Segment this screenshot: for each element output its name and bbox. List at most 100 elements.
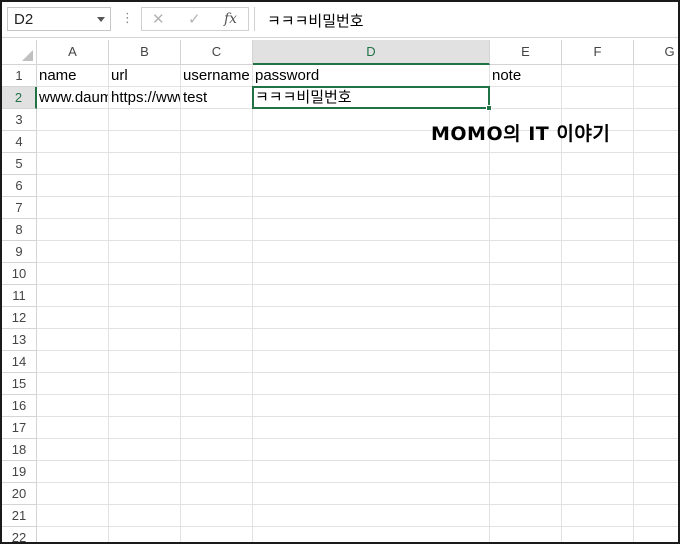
- cell-g4[interactable]: [634, 131, 678, 153]
- cell-b16[interactable]: [109, 395, 181, 417]
- cell-g11[interactable]: [634, 285, 678, 307]
- cell-f15[interactable]: [562, 373, 634, 395]
- cell-d22[interactable]: [253, 527, 490, 542]
- cell-b14[interactable]: [109, 351, 181, 373]
- row-header-12[interactable]: 12: [2, 307, 37, 329]
- cell-f22[interactable]: [562, 527, 634, 542]
- cell-c9[interactable]: [181, 241, 253, 263]
- cell-e14[interactable]: [490, 351, 562, 373]
- cell-d18[interactable]: [253, 439, 490, 461]
- cell-d17[interactable]: [253, 417, 490, 439]
- cell-g19[interactable]: [634, 461, 678, 483]
- cell-c15[interactable]: [181, 373, 253, 395]
- cell-a12[interactable]: [37, 307, 109, 329]
- cell-a22[interactable]: [37, 527, 109, 542]
- insert-function-icon[interactable]: fx: [224, 11, 237, 27]
- cell-c6[interactable]: [181, 175, 253, 197]
- select-all-button[interactable]: [2, 40, 37, 65]
- cell-e19[interactable]: [490, 461, 562, 483]
- cell-d13[interactable]: [253, 329, 490, 351]
- cell-g9[interactable]: [634, 241, 678, 263]
- row-header-3[interactable]: 3: [2, 109, 37, 131]
- row-header-11[interactable]: 11: [2, 285, 37, 307]
- cell-f9[interactable]: [562, 241, 634, 263]
- cell-d9[interactable]: [253, 241, 490, 263]
- row-header-4[interactable]: 4: [2, 131, 37, 153]
- row-header-2[interactable]: 2: [2, 87, 37, 109]
- row-header-20[interactable]: 20: [2, 483, 37, 505]
- row-header-1[interactable]: 1: [2, 65, 37, 87]
- cell-g20[interactable]: [634, 483, 678, 505]
- cell-e15[interactable]: [490, 373, 562, 395]
- cell-d1[interactable]: password: [253, 65, 490, 87]
- row-header-21[interactable]: 21: [2, 505, 37, 527]
- cell-c21[interactable]: [181, 505, 253, 527]
- cell-g3[interactable]: [634, 109, 678, 131]
- cell-b5[interactable]: [109, 153, 181, 175]
- cell-g2[interactable]: [634, 87, 678, 109]
- cell-a9[interactable]: [37, 241, 109, 263]
- cell-b3[interactable]: [109, 109, 181, 131]
- cell-c1[interactable]: username: [181, 65, 253, 87]
- cell-c17[interactable]: [181, 417, 253, 439]
- column-header-g[interactable]: G: [634, 40, 678, 65]
- cell-d8[interactable]: [253, 219, 490, 241]
- cell-e2[interactable]: [490, 87, 562, 109]
- cell-f14[interactable]: [562, 351, 634, 373]
- cell-f13[interactable]: [562, 329, 634, 351]
- cell-c19[interactable]: [181, 461, 253, 483]
- cell-g21[interactable]: [634, 505, 678, 527]
- cell-f19[interactable]: [562, 461, 634, 483]
- cell-b10[interactable]: [109, 263, 181, 285]
- cell-e10[interactable]: [490, 263, 562, 285]
- cell-a15[interactable]: [37, 373, 109, 395]
- cell-e13[interactable]: [490, 329, 562, 351]
- cell-b12[interactable]: [109, 307, 181, 329]
- cell-b6[interactable]: [109, 175, 181, 197]
- cell-d5[interactable]: [253, 153, 490, 175]
- cell-e17[interactable]: [490, 417, 562, 439]
- row-header-8[interactable]: 8: [2, 219, 37, 241]
- cell-b15[interactable]: [109, 373, 181, 395]
- row-header-10[interactable]: 10: [2, 263, 37, 285]
- cell-e6[interactable]: [490, 175, 562, 197]
- cell-f5[interactable]: [562, 153, 634, 175]
- cell-b19[interactable]: [109, 461, 181, 483]
- cell-c7[interactable]: [181, 197, 253, 219]
- row-header-7[interactable]: 7: [2, 197, 37, 219]
- cell-f20[interactable]: [562, 483, 634, 505]
- cell-g5[interactable]: [634, 153, 678, 175]
- cell-b8[interactable]: [109, 219, 181, 241]
- cell-g18[interactable]: [634, 439, 678, 461]
- cell-b1[interactable]: url: [109, 65, 181, 87]
- cell-g17[interactable]: [634, 417, 678, 439]
- cell-f11[interactable]: [562, 285, 634, 307]
- column-header-d[interactable]: D: [253, 40, 490, 65]
- column-header-c[interactable]: C: [181, 40, 253, 65]
- cell-d21[interactable]: [253, 505, 490, 527]
- cell-e12[interactable]: [490, 307, 562, 329]
- cell-a11[interactable]: [37, 285, 109, 307]
- row-header-16[interactable]: 16: [2, 395, 37, 417]
- cell-d6[interactable]: [253, 175, 490, 197]
- row-header-15[interactable]: 15: [2, 373, 37, 395]
- cell-c16[interactable]: [181, 395, 253, 417]
- cell-a3[interactable]: [37, 109, 109, 131]
- more-options-icon[interactable]: ⋮: [121, 10, 134, 26]
- cell-a18[interactable]: [37, 439, 109, 461]
- cell-d2[interactable]: ㅋㅋㅋ비밀번호: [253, 87, 490, 109]
- cell-g12[interactable]: [634, 307, 678, 329]
- cell-f17[interactable]: [562, 417, 634, 439]
- cell-e9[interactable]: [490, 241, 562, 263]
- cell-a17[interactable]: [37, 417, 109, 439]
- cell-g16[interactable]: [634, 395, 678, 417]
- row-header-22[interactable]: 22: [2, 527, 37, 542]
- column-header-b[interactable]: B: [109, 40, 181, 65]
- cell-f18[interactable]: [562, 439, 634, 461]
- cell-d11[interactable]: [253, 285, 490, 307]
- cell-e22[interactable]: [490, 527, 562, 542]
- cell-f6[interactable]: [562, 175, 634, 197]
- cell-c18[interactable]: [181, 439, 253, 461]
- cell-f10[interactable]: [562, 263, 634, 285]
- cell-c8[interactable]: [181, 219, 253, 241]
